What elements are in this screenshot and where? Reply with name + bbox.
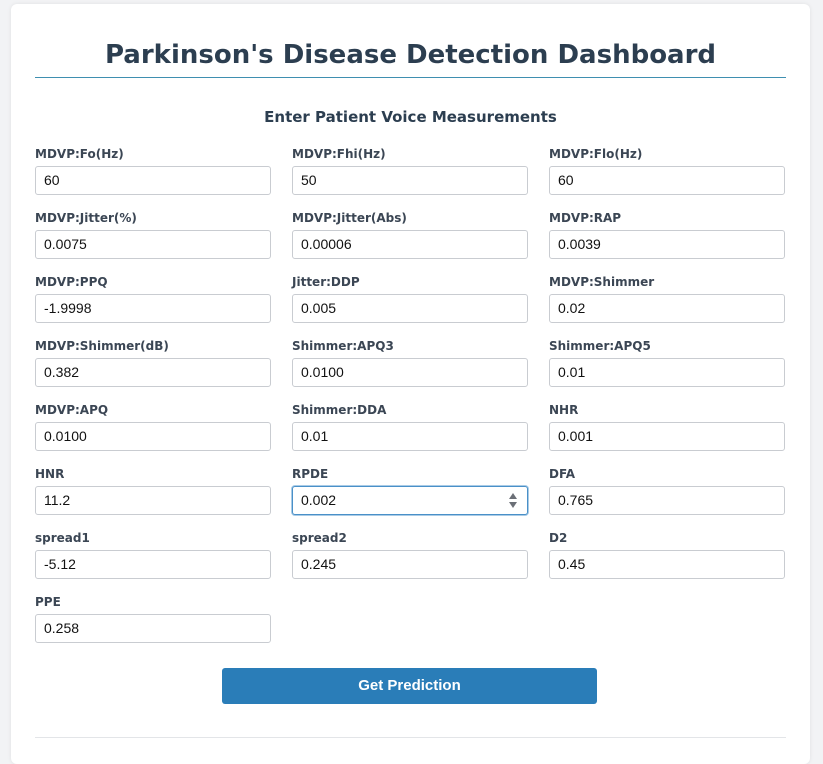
- field-label: HNR: [35, 467, 65, 481]
- field-shimmer-apq5: Shimmer:APQ5 0.01: [549, 338, 785, 389]
- field-rpde: RPDE 0.002: [292, 466, 528, 517]
- mdvp-apq-input[interactable]: 0.0100: [35, 422, 271, 451]
- nhr-input[interactable]: 0.001: [549, 422, 785, 451]
- field-shimmer-apq3: Shimmer:APQ3 0.0100: [292, 338, 528, 389]
- mdvp-shimmer-db-input[interactable]: 0.382: [35, 358, 271, 387]
- mdvp-jitter-abs-input[interactable]: 0.00006: [292, 230, 528, 259]
- field-label: MDVP:Jitter(Abs): [292, 211, 407, 225]
- title-divider: [35, 77, 786, 78]
- rpde-input-value: 0.002: [301, 492, 337, 508]
- mdvp-jitter-pct-input[interactable]: 0.0075: [35, 230, 271, 259]
- field-label: D2: [549, 531, 568, 545]
- spread2-input[interactable]: 0.245: [292, 550, 528, 579]
- field-spread1: spread1 -5.12: [35, 530, 271, 581]
- field-label: MDVP:RAP: [549, 211, 622, 225]
- field-jitter-ddp: Jitter:DDP 0.005: [292, 274, 528, 325]
- field-nhr: NHR 0.001: [549, 402, 785, 453]
- field-label: Shimmer:APQ5: [549, 339, 651, 353]
- field-mdvp-flo: MDVP:Flo(Hz) 60: [549, 146, 785, 197]
- field-label: MDVP:APQ: [35, 403, 109, 417]
- field-mdvp-jitter-pct: MDVP:Jitter(%) 0.0075: [35, 210, 271, 261]
- field-label: RPDE: [292, 467, 329, 481]
- field-shimmer-dda: Shimmer:DDA 0.01: [292, 402, 528, 453]
- field-spread2: spread2 0.245: [292, 530, 528, 581]
- spin-up-icon[interactable]: [509, 493, 517, 499]
- field-label: MDVP:Shimmer(dB): [35, 339, 169, 353]
- field-label: spread1: [35, 531, 90, 545]
- field-mdvp-shimmer: MDVP:Shimmer 0.02: [549, 274, 785, 325]
- form-subtitle: Enter Patient Voice Measurements: [264, 108, 557, 126]
- shimmer-dda-input[interactable]: 0.01: [292, 422, 528, 451]
- field-label: MDVP:PPQ: [35, 275, 108, 289]
- shimmer-apq3-input[interactable]: 0.0100: [292, 358, 528, 387]
- field-label: MDVP:Flo(Hz): [549, 147, 643, 161]
- dashboard-card: Parkinson's Disease Detection Dashboard …: [11, 4, 810, 764]
- ppe-input[interactable]: 0.258: [35, 614, 271, 643]
- measurement-form: MDVP:Fo(Hz) 60 MDVP:Fhi(Hz) 50 MDVP:Flo(…: [35, 146, 786, 645]
- field-mdvp-jitter-abs: MDVP:Jitter(Abs) 0.00006: [292, 210, 528, 261]
- field-label: PPE: [35, 595, 61, 609]
- get-prediction-button[interactable]: Get Prediction: [222, 668, 597, 704]
- field-mdvp-fo: MDVP:Fo(Hz) 60: [35, 146, 271, 197]
- spread1-input[interactable]: -5.12: [35, 550, 271, 579]
- section-divider: [35, 737, 786, 738]
- field-mdvp-fhi: MDVP:Fhi(Hz) 50: [292, 146, 528, 197]
- field-label: MDVP:Jitter(%): [35, 211, 137, 225]
- field-mdvp-shimmer-db: MDVP:Shimmer(dB) 0.382: [35, 338, 271, 389]
- mdvp-ppq-input[interactable]: -1.9998: [35, 294, 271, 323]
- mdvp-fo-input[interactable]: 60: [35, 166, 271, 195]
- mdvp-shimmer-input[interactable]: 0.02: [549, 294, 785, 323]
- field-mdvp-apq: MDVP:APQ 0.0100: [35, 402, 271, 453]
- mdvp-flo-input[interactable]: 60: [549, 166, 785, 195]
- field-label: spread2: [292, 531, 347, 545]
- field-label: MDVP:Fhi(Hz): [292, 147, 386, 161]
- spin-down-icon[interactable]: [509, 502, 517, 508]
- field-label: MDVP:Fo(Hz): [35, 147, 124, 161]
- field-label: Jitter:DDP: [292, 275, 360, 289]
- page-title: Parkinson's Disease Detection Dashboard: [104, 40, 717, 70]
- mdvp-rap-input[interactable]: 0.0039: [549, 230, 785, 259]
- field-label: Shimmer:APQ3: [292, 339, 394, 353]
- shimmer-apq5-input[interactable]: 0.01: [549, 358, 785, 387]
- field-dfa: DFA 0.765: [549, 466, 785, 517]
- field-label: Shimmer:DDA: [292, 403, 387, 417]
- field-ppe: PPE 0.258: [35, 594, 271, 645]
- field-label: MDVP:Shimmer: [549, 275, 655, 289]
- field-label: DFA: [549, 467, 576, 481]
- jitter-ddp-input[interactable]: 0.005: [292, 294, 528, 323]
- mdvp-fhi-input[interactable]: 50: [292, 166, 528, 195]
- dfa-input[interactable]: 0.765: [549, 486, 785, 515]
- field-label: NHR: [549, 403, 579, 417]
- field-hnr: HNR 11.2: [35, 466, 271, 517]
- field-mdvp-ppq: MDVP:PPQ -1.9998: [35, 274, 271, 325]
- number-spinner[interactable]: [509, 493, 518, 509]
- hnr-input[interactable]: 11.2: [35, 486, 271, 515]
- d2-input[interactable]: 0.45: [549, 550, 785, 579]
- rpde-input[interactable]: 0.002: [292, 486, 528, 515]
- field-d2: D2 0.45: [549, 530, 785, 581]
- field-mdvp-rap: MDVP:RAP 0.0039: [549, 210, 785, 261]
